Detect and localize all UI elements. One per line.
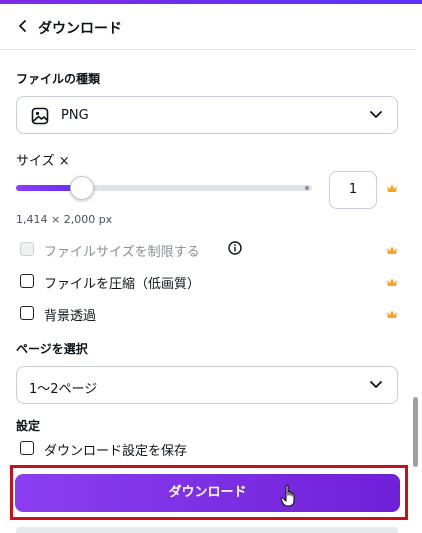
option-transparent-background[interactable]: 背景透過: [20, 305, 400, 325]
crown-icon: [387, 278, 397, 286]
crown-icon: [387, 246, 397, 254]
checkbox[interactable]: [20, 441, 34, 455]
panel-header: ダウンロード: [0, 4, 416, 50]
download-button[interactable]: ダウンロード: [15, 474, 400, 512]
info-icon[interactable]: [228, 241, 242, 255]
page-select-value: 1〜2ページ: [29, 382, 98, 397]
scrollbar-thumb[interactable]: [413, 397, 418, 467]
option-compress-file[interactable]: ファイルを圧縮（低画質）: [20, 273, 400, 293]
checkbox[interactable]: [20, 306, 34, 320]
panel-title: ダウンロード: [38, 21, 122, 37]
option-label: ファイルを圧縮（低画質）: [44, 277, 201, 292]
settings-label: 設定: [16, 419, 41, 433]
checkbox[interactable]: [20, 242, 34, 256]
dimensions-text: 1,414 × 2,000 px: [16, 213, 113, 226]
file-type-label: ファイルの種類: [16, 72, 101, 86]
image-icon: [31, 107, 49, 125]
size-slider-thumb[interactable]: [70, 176, 94, 200]
page-select-label: ページを選択: [16, 342, 88, 356]
slider-end-dot: [305, 186, 309, 190]
size-label: サイズ ×: [16, 154, 70, 169]
page-select[interactable]: 1〜2ページ: [16, 366, 398, 404]
file-type-select[interactable]: PNG: [16, 96, 398, 134]
chevron-down-icon: [370, 381, 382, 388]
next-section-edge: [16, 527, 398, 533]
option-save-settings[interactable]: ダウンロード設定を保存: [20, 440, 400, 460]
option-label: 背景透過: [44, 309, 97, 324]
crown-icon: [387, 184, 397, 192]
crown-icon: [387, 310, 397, 318]
option-label: ダウンロード設定を保存: [44, 444, 188, 459]
option-limit-file-size[interactable]: ファイルサイズを制限する: [20, 241, 400, 261]
chevron-down-icon: [370, 111, 382, 118]
size-slider-track[interactable]: [16, 185, 312, 191]
download-panel: ダウンロード ファイルの種類 PNG サイズ × 1 1,414 × 2,000…: [0, 4, 416, 533]
size-multiplier-input[interactable]: 1: [329, 171, 377, 209]
checkbox[interactable]: [20, 274, 34, 288]
hand-cursor-icon: [280, 484, 295, 507]
file-type-value: PNG: [61, 108, 89, 123]
option-label: ファイルサイズを制限する: [44, 245, 200, 260]
chevron-left-icon[interactable]: [16, 19, 30, 33]
